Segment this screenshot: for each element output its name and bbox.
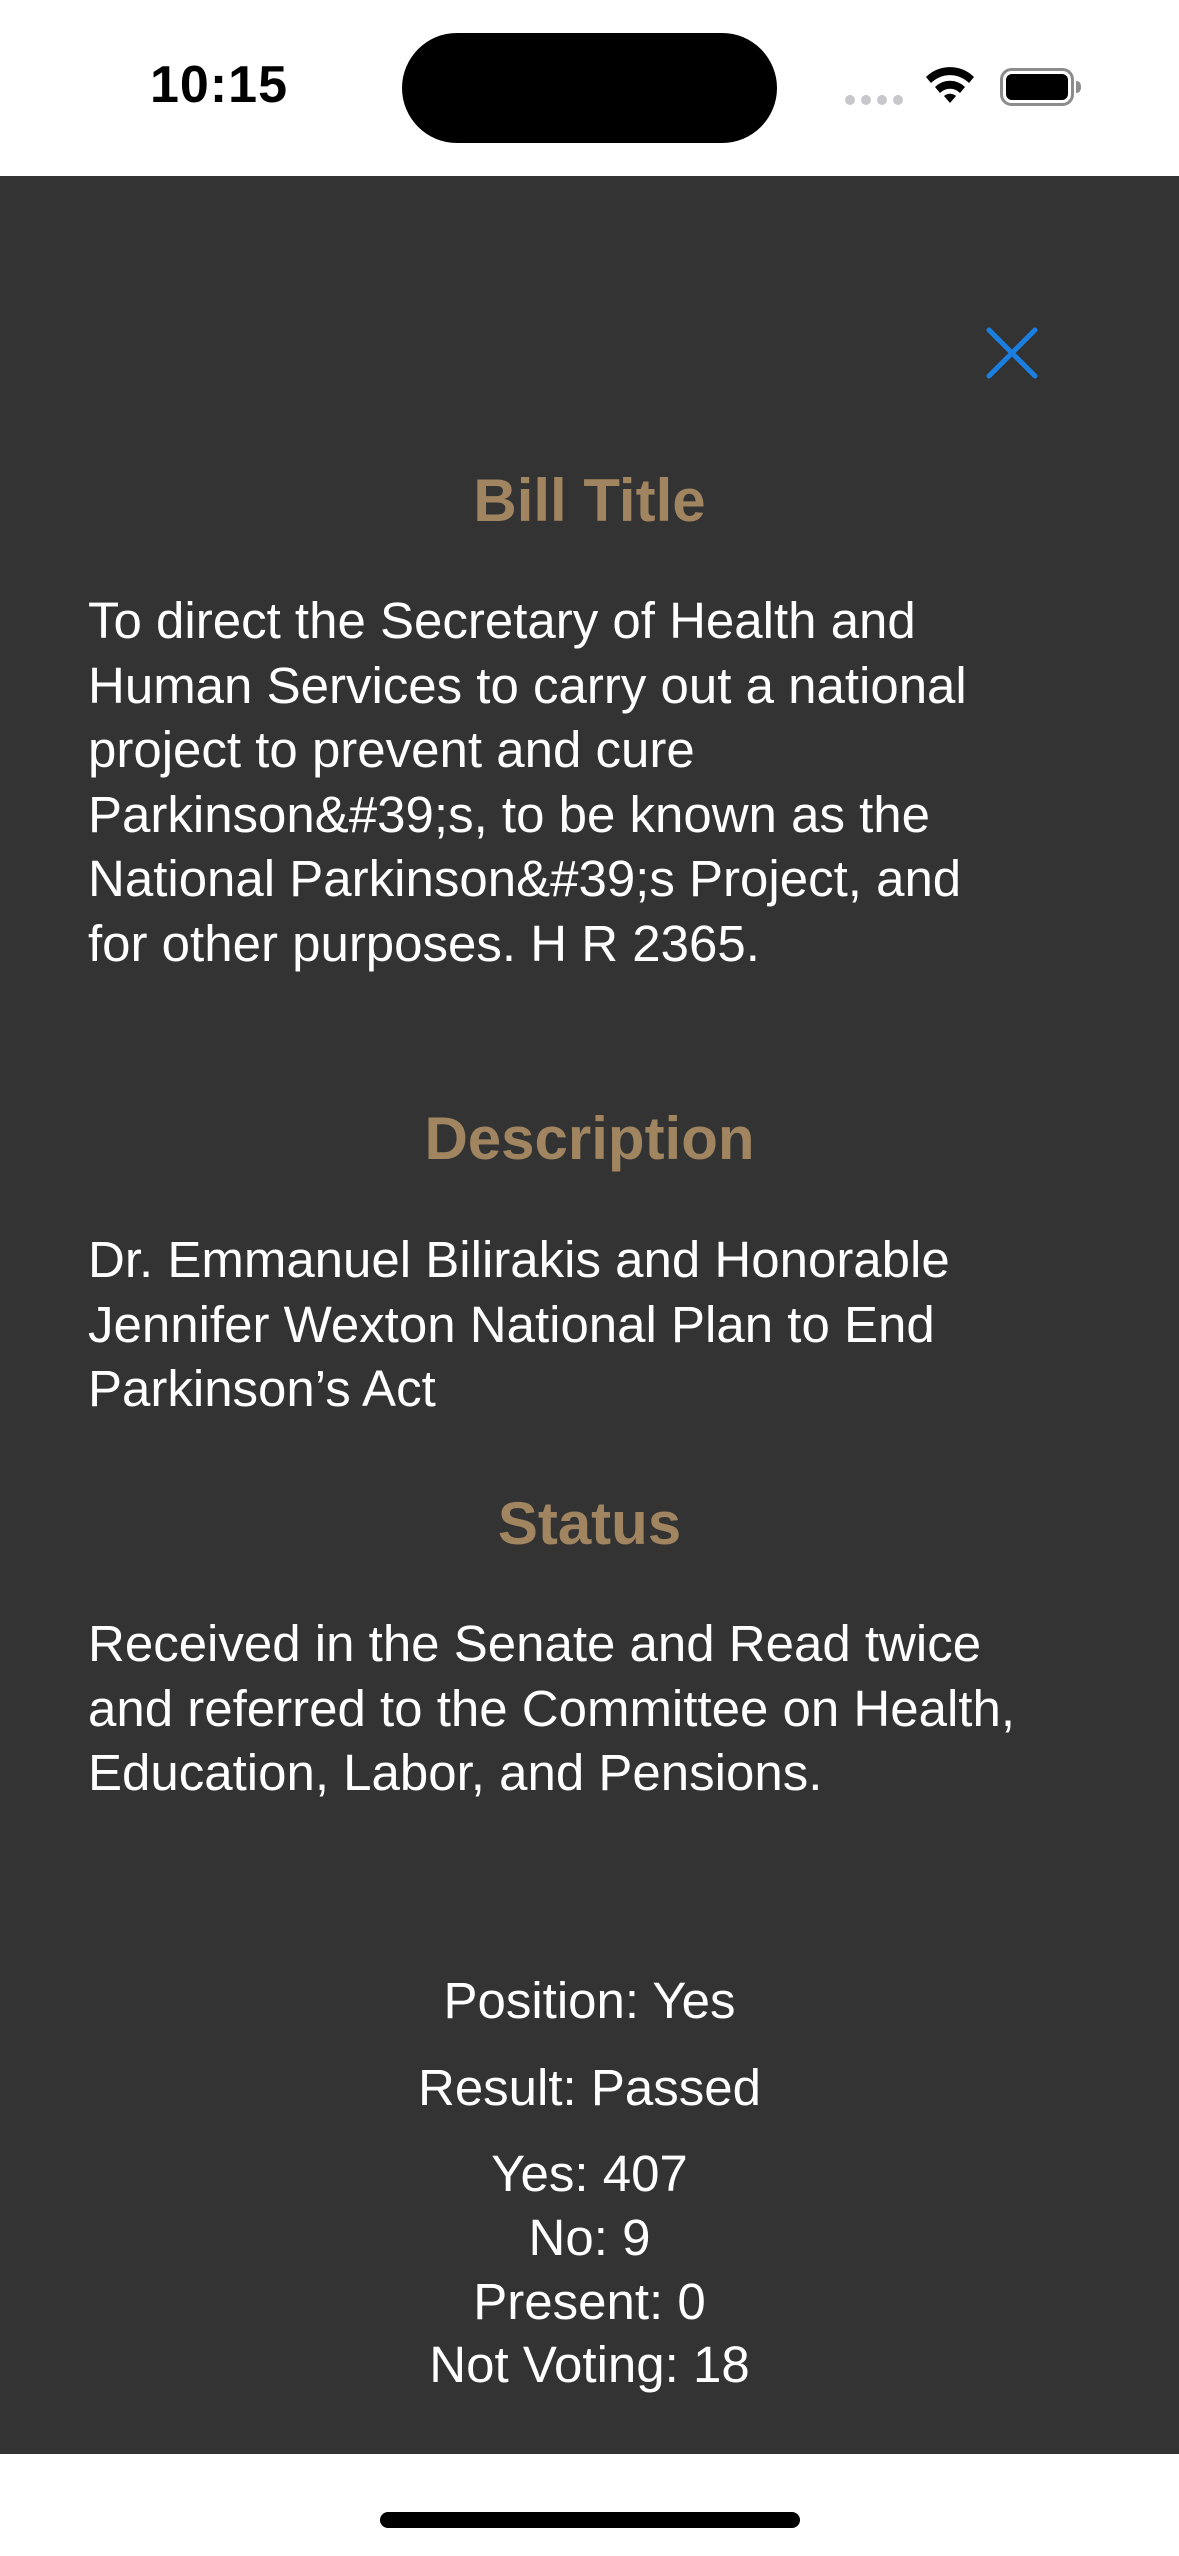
- status-heading: Status: [497, 1490, 682, 1557]
- description-text: Dr. Emmanuel Bilirakis and Honorable Jen…: [88, 1228, 1098, 1422]
- bill-detail-screen: 10:15 Bill Title To direct the Secretary…: [0, 0, 1179, 2556]
- no-count: No: 9: [528, 2209, 651, 2266]
- description-line: Dr. Emmanuel Bilirakis and Honorable: [88, 1231, 950, 1288]
- status-bar: 10:15: [0, 0, 1179, 176]
- position-label: Position: Yes: [443, 1972, 736, 2029]
- bill-title-text: To direct the Secretary of Health and Hu…: [88, 589, 1098, 976]
- yes-count: Yes: 407: [491, 2145, 688, 2202]
- bill-detail-sheet: Bill Title To direct the Secretary of He…: [0, 176, 1179, 2454]
- bill-title-line: Human Services to carry out a national: [88, 656, 967, 714]
- description-line: Parkinson’s Act: [88, 1360, 436, 1417]
- bill-title-heading: Bill Title: [473, 467, 706, 534]
- status-line: Education, Labor, and Pensions.: [88, 1744, 823, 1801]
- not-voting-count: Not Voting: 18: [429, 2336, 750, 2393]
- present-count: Present: 0: [473, 2273, 706, 2330]
- dynamic-island: [402, 33, 777, 143]
- home-indicator-area: [0, 2454, 1179, 2556]
- status-line: and referred to the Committee on Health,: [88, 1679, 1015, 1737]
- description-heading: Description: [424, 1105, 755, 1172]
- bill-title-line: for other purposes. H R 2365.: [88, 914, 760, 972]
- home-indicator[interactable]: [380, 2512, 800, 2528]
- cellular-signal-icon: [845, 95, 903, 105]
- status-line: Received in the Senate and Read twice: [88, 1615, 982, 1672]
- bill-title-line: Parkinson&#39;s, to be known as the: [88, 785, 931, 843]
- status-text: Received in the Senate and Read twice an…: [88, 1612, 1098, 1806]
- battery-icon: [1000, 68, 1081, 106]
- bill-title-line: National Parkinson&#39;s Project, and: [88, 850, 962, 907]
- status-time: 10:15: [150, 56, 288, 114]
- close-icon[interactable]: [975, 316, 1049, 390]
- bill-title-line: To direct the Secretary of Health and: [88, 592, 916, 649]
- result-label: Result: Passed: [417, 2059, 761, 2116]
- wifi-icon: [926, 67, 974, 103]
- bill-title-line: project to prevent and cure: [88, 721, 695, 778]
- description-line: Jennifer Wexton National Plan to End: [88, 1295, 935, 1353]
